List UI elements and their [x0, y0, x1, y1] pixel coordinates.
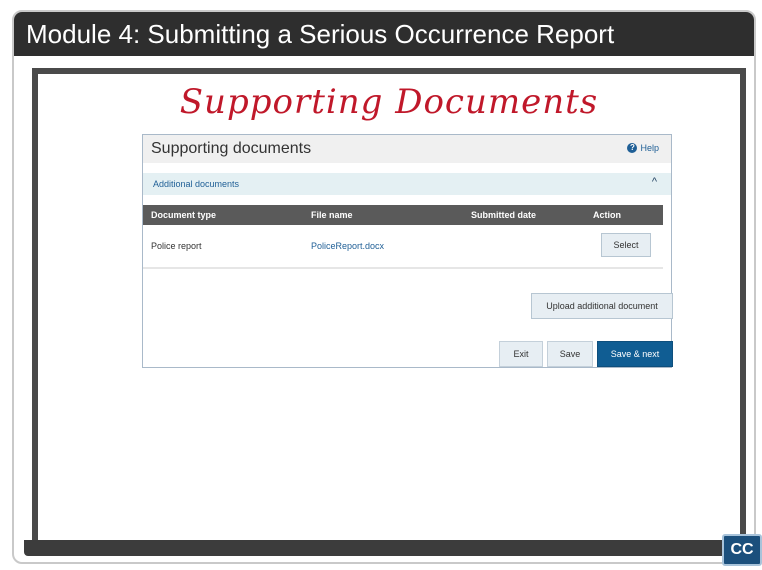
document-type-cell: Police report: [151, 241, 202, 251]
supporting-documents-form: Supporting documents ? Help Additional d…: [142, 134, 673, 368]
upload-additional-document-button[interactable]: Upload additional document: [531, 293, 673, 319]
closed-captions-button[interactable]: CC: [722, 534, 762, 566]
help-link[interactable]: ? Help: [627, 143, 659, 153]
title-bar: Module 4: Submitting a Serious Occurrenc…: [14, 12, 754, 56]
column-header: Document type: [151, 210, 217, 220]
accordion-label: Additional documents: [153, 179, 240, 189]
player-bottom-bar: [24, 540, 750, 556]
file-name-link[interactable]: PoliceReport.docx: [311, 241, 384, 251]
additional-documents-accordion[interactable]: Additional documents ^: [143, 173, 671, 195]
column-header: Action: [593, 210, 621, 220]
slide-panel: Supporting Documents Supporting document…: [32, 68, 746, 540]
help-label: Help: [640, 143, 659, 153]
help-icon: ?: [627, 143, 638, 153]
column-header: Submitted date: [471, 210, 537, 220]
form-title: Supporting documents: [151, 140, 312, 157]
exit-button[interactable]: Exit: [499, 341, 543, 367]
select-button[interactable]: Select: [601, 233, 651, 257]
module-title: Module 4: Submitting a Serious Occurrenc…: [26, 19, 615, 49]
column-header: File name: [311, 210, 353, 220]
table-row: Police report PoliceReport.docx Select: [143, 225, 663, 269]
slide-heading: Supporting Documents: [179, 82, 599, 122]
save-button[interactable]: Save: [547, 341, 593, 367]
save-and-next-button[interactable]: Save & next: [597, 341, 673, 367]
form-header: Supporting documents ? Help: [143, 135, 671, 163]
chevron-up-icon[interactable]: ^: [652, 176, 657, 188]
course-window: Module 4: Submitting a Serious Occurrenc…: [12, 10, 756, 564]
documents-table: Document type File name Submitted date A…: [143, 205, 663, 269]
table-header: Document type File name Submitted date A…: [143, 205, 663, 225]
